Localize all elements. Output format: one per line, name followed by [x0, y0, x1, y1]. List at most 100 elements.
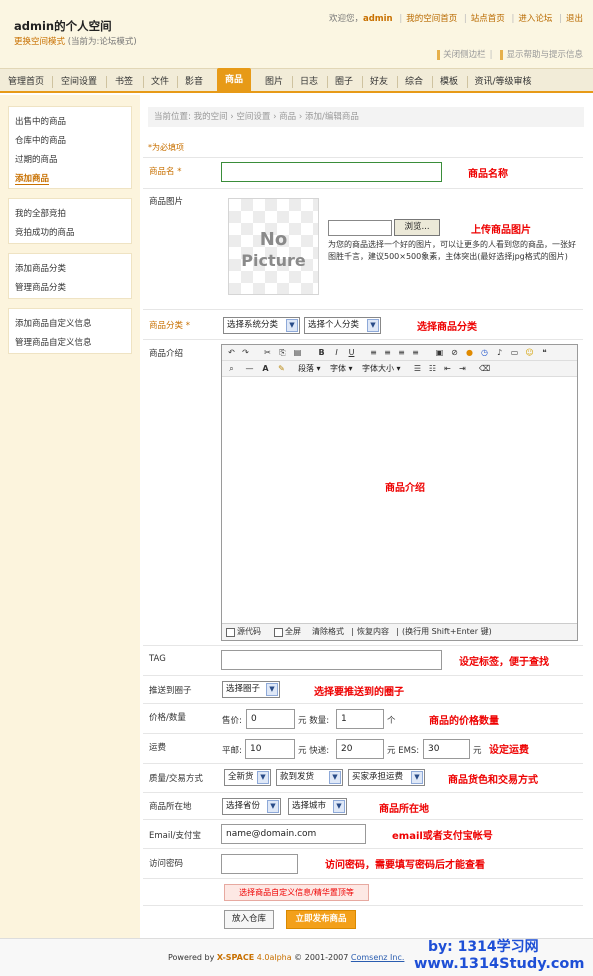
freight-select[interactable]: 买家承担运费 ▼ — [348, 769, 425, 786]
sidebar-item-add-goods[interactable]: 添加商品 — [15, 172, 50, 185]
nav-groups[interactable]: 圈子 — [330, 73, 358, 91]
annotation-category: 选择商品分类 — [417, 322, 477, 333]
restore-content-link[interactable]: 恢复内容 — [357, 624, 389, 640]
font-dropdown[interactable]: 字体 ▾ — [330, 363, 353, 375]
quality-select[interactable]: 全新货 ▼ — [224, 769, 271, 786]
media-icon[interactable]: ● — [464, 347, 475, 358]
fullscreen-checkbox[interactable] — [274, 628, 283, 637]
nav-space-settings[interactable]: 空间设置 — [57, 73, 101, 91]
music-icon[interactable]: ♪ — [494, 347, 505, 358]
sidebar-item-all-auctions[interactable]: 我的全部竞拍 — [15, 207, 66, 219]
underline-icon[interactable]: U — [346, 347, 357, 358]
price-input[interactable]: 0 — [246, 709, 295, 729]
change-mode-link[interactable]: 更换空间模式 (当前为:论坛模式) — [14, 35, 137, 47]
font-size-dropdown[interactable]: 字体大小 ▾ — [362, 363, 401, 375]
change-mode-label[interactable]: 更换空间模式 — [14, 37, 65, 47]
remove-format-icon[interactable]: ⌫ — [479, 363, 490, 374]
express-fee-input[interactable]: 20 — [336, 739, 384, 759]
nav-media[interactable]: 影音 — [180, 73, 208, 91]
source-code-checkbox[interactable] — [226, 628, 235, 637]
close-sidebar-link[interactable]: 关闭侧边栏 — [437, 50, 486, 60]
nav-friends[interactable]: 好友 — [365, 73, 393, 91]
forum-link[interactable]: 进入论坛 — [518, 14, 552, 24]
nav-bookmarks[interactable]: 书签 — [110, 73, 138, 91]
sidebar-item-expired[interactable]: 过期的商品 — [15, 153, 58, 165]
image-file-input[interactable] — [328, 220, 392, 236]
shipping-label: 运费 — [149, 743, 167, 753]
clock-icon[interactable]: ◷ — [479, 347, 490, 358]
outdent-icon[interactable]: ⇤ — [442, 363, 453, 374]
price-unit: 元 数量: — [298, 716, 330, 726]
unordered-list-icon[interactable]: ☷ — [427, 363, 438, 374]
align-left-icon[interactable]: ≡ — [368, 347, 379, 358]
custom-info-button[interactable]: 选择商品自定义信息/精华置顶等 — [224, 884, 369, 901]
nav-info-review[interactable]: 资讯/等级审核 — [470, 73, 536, 91]
copy-icon[interactable]: ⎘ — [277, 347, 288, 358]
logout-link[interactable]: 退出 — [566, 14, 583, 24]
trade-method-select[interactable]: 款到发货 ▼ — [276, 769, 343, 786]
align-center-icon[interactable]: ≡ — [382, 347, 393, 358]
show-help-link[interactable]: 显示帮助与提示信息 — [500, 50, 583, 60]
ems-fee-input[interactable]: 30 — [423, 739, 470, 759]
email-input[interactable]: name@domain.com — [221, 824, 366, 844]
nav-manage-home[interactable]: 管理首页 — [5, 73, 47, 91]
redo-icon[interactable]: ↷ — [240, 347, 251, 358]
sidebar-item-manage-custom-info[interactable]: 管理商品自定义信息 — [15, 336, 92, 348]
ordered-list-icon[interactable]: ☰ — [412, 363, 423, 374]
product-name[interactable]: X-SPACE — [217, 953, 254, 962]
quantity-input[interactable]: 1 — [336, 709, 384, 729]
my-space-link[interactable]: 我的空间首页 — [406, 14, 457, 24]
tag-input[interactable] — [221, 650, 442, 670]
nav-blog[interactable]: 日志 — [295, 73, 323, 91]
table-icon[interactable]: ▭ — [509, 347, 520, 358]
paragraph-dropdown[interactable]: 段落 ▾ — [298, 363, 321, 375]
emoticon-icon[interactable]: ☺ — [524, 347, 535, 358]
image-icon[interactable]: ▣ — [434, 347, 445, 358]
sidebar-item-add-custom-info[interactable]: 添加商品自定义信息 — [15, 317, 92, 329]
find-icon[interactable]: ⌕ — [226, 363, 237, 374]
company-link[interactable]: Comsenz Inc. — [351, 953, 405, 962]
align-right-icon[interactable]: ≡ — [396, 347, 407, 358]
flash-icon[interactable]: ⊘ — [449, 347, 460, 358]
city-select[interactable]: 选择城市 ▼ — [288, 798, 347, 815]
sidebar-item-won-auctions[interactable]: 竞拍成功的商品 — [15, 226, 75, 238]
quote-icon[interactable]: ❝ — [539, 347, 550, 358]
goods-category-label: 商品分类 * — [149, 321, 190, 331]
font-color-icon[interactable]: A — [260, 363, 271, 374]
source-code-label: 源代码 — [237, 627, 261, 636]
justify-icon[interactable]: ≡ — [410, 347, 421, 358]
nav-templates[interactable]: 模板 — [435, 73, 463, 91]
password-input[interactable] — [221, 854, 298, 874]
cut-icon[interactable]: ✂ — [262, 347, 273, 358]
store-button[interactable]: 放入仓库 — [224, 910, 274, 929]
nav-pictures[interactable]: 图片 — [260, 73, 288, 91]
nav-general[interactable]: 综合 — [400, 73, 428, 91]
nav-files[interactable]: 文件 — [146, 73, 174, 91]
sidebar-group-category: 添加商品分类 管理商品分类 — [8, 253, 132, 299]
province-select[interactable]: 选择省份 ▼ — [222, 798, 281, 815]
italic-icon[interactable]: I — [331, 347, 342, 358]
personal-category-select[interactable]: 选择个人分类 ▼ — [304, 317, 381, 334]
mail-fee-input[interactable]: 10 — [245, 739, 295, 759]
nav-goods[interactable]: 商品 — [217, 68, 251, 93]
sidebar-item-in-stock[interactable]: 仓库中的商品 — [15, 134, 66, 146]
browse-button[interactable]: 浏览... — [394, 219, 440, 236]
footer: Powered by X-SPACE 4.0alpha © 2001-2007 … — [0, 938, 593, 976]
site-home-link[interactable]: 站点首页 — [471, 14, 505, 24]
paste-icon[interactable]: ▤ — [292, 347, 303, 358]
highlight-icon[interactable]: ✎ — [276, 363, 287, 374]
sidebar-item-add-category[interactable]: 添加商品分类 — [15, 262, 66, 274]
goods-name-input[interactable] — [221, 162, 442, 182]
horizontal-rule-icon[interactable]: — — [244, 363, 255, 374]
system-category-select[interactable]: 选择系统分类 ▼ — [223, 317, 300, 334]
indent-icon[interactable]: ⇥ — [457, 363, 468, 374]
push-group-value: 选择圈子 — [226, 684, 261, 694]
undo-icon[interactable]: ↶ — [226, 347, 237, 358]
publish-button[interactable]: 立即发布商品 — [286, 910, 356, 929]
push-group-select[interactable]: 选择圈子 ▼ — [222, 681, 280, 698]
sidebar-item-on-sale[interactable]: 出售中的商品 — [15, 115, 66, 127]
clear-format-link[interactable]: 清除格式 — [312, 624, 344, 640]
bold-icon[interactable]: B — [316, 347, 327, 358]
sidebar-item-manage-category[interactable]: 管理商品分类 — [15, 281, 66, 293]
username-link[interactable]: admin — [363, 14, 393, 24]
